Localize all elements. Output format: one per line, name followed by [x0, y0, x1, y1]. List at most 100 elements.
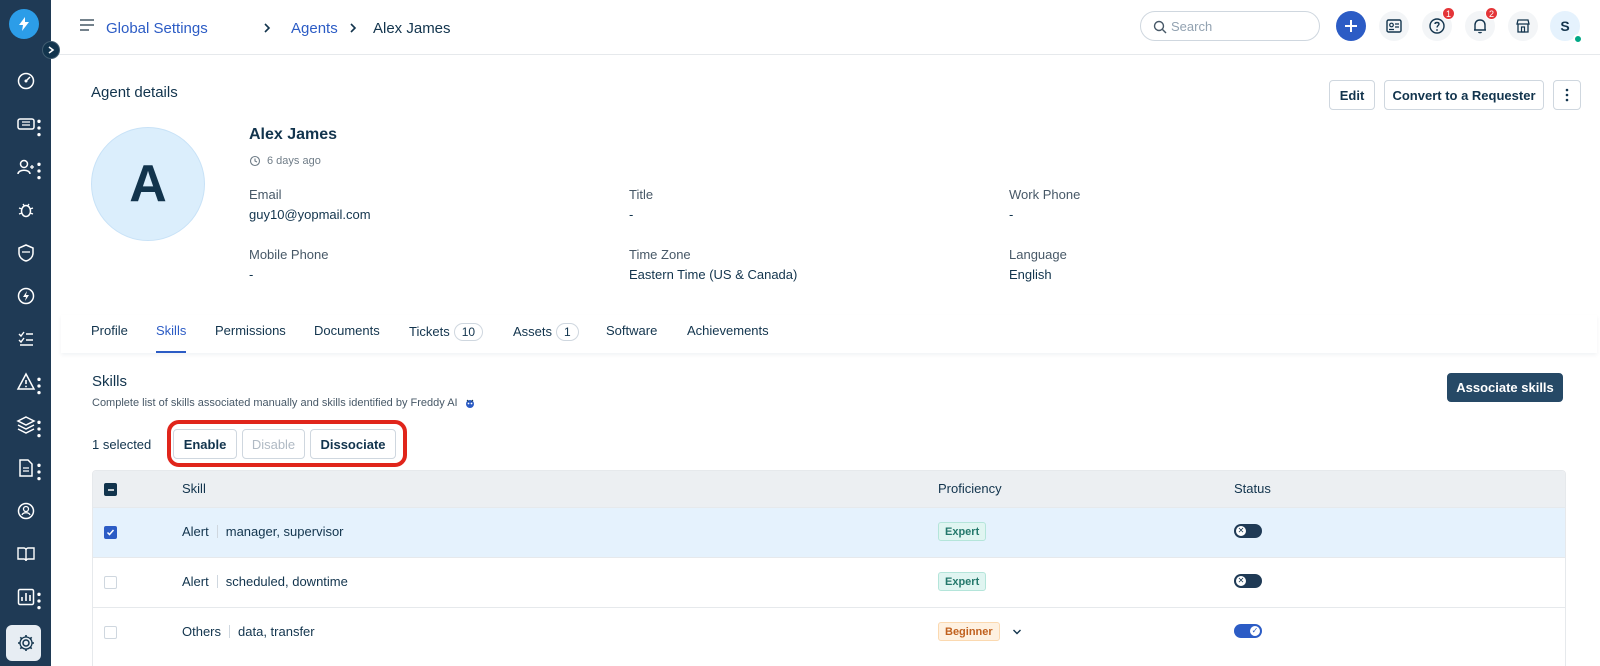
bolt-logo-icon: [19, 17, 29, 31]
status-toggle[interactable]: ✕: [1234, 574, 1262, 588]
proficiency-badge: Expert: [938, 572, 987, 591]
contact-card-icon: [1386, 19, 1402, 33]
agent-name: Alex James: [249, 126, 338, 143]
app-logo[interactable]: [9, 9, 39, 39]
apps-button[interactable]: [1508, 11, 1538, 41]
more-icon[interactable]: [29, 462, 49, 482]
row-checkbox[interactable]: [104, 576, 117, 589]
tab-profile[interactable]: Profile: [91, 323, 128, 353]
select-all-checkbox[interactable]: [104, 483, 117, 496]
email-label: Email: [249, 187, 282, 202]
notifications-button[interactable]: 2: [1465, 7, 1498, 41]
edit-button[interactable]: Edit: [1329, 80, 1375, 110]
toggle-on-icon: ✓: [1249, 625, 1261, 637]
dashboard-icon: [17, 72, 34, 90]
tab-permissions[interactable]: Permissions: [215, 323, 286, 353]
bug-icon: [18, 203, 33, 218]
menu-icon[interactable]: [79, 18, 95, 32]
agent-initial: A: [129, 155, 167, 213]
email-value: guy10@yopmail.com: [249, 207, 371, 222]
sidebar-item-assets[interactable]: [0, 407, 51, 443]
book-icon: [16, 547, 35, 562]
search-input[interactable]: Search: [1140, 11, 1320, 41]
column-proficiency[interactable]: Proficiency: [938, 481, 1002, 496]
more-icon[interactable]: [29, 419, 49, 439]
tab-assets[interactable]: Assets 1: [513, 323, 579, 353]
gear-icon: [17, 635, 34, 651]
sidebar-expand-button[interactable]: [42, 41, 60, 59]
tickets-count: 10: [453, 323, 484, 341]
work-phone-label: Work Phone: [1009, 187, 1081, 202]
tab-assets-label: Assets: [513, 324, 553, 339]
user-avatar[interactable]: S: [1550, 11, 1583, 44]
search-icon: [1153, 20, 1167, 34]
chevron-down-icon[interactable]: [1012, 628, 1022, 636]
mobile-phone-value: -: [249, 267, 254, 282]
table-row[interactable]: Alert scheduled, downtime Expert ✕: [93, 557, 1565, 607]
sidebar-item-tickets[interactable]: [0, 106, 51, 142]
column-status[interactable]: Status: [1234, 481, 1271, 496]
skill-cell: Others data, transfer: [182, 624, 315, 639]
divider: [216, 575, 218, 588]
status-toggle[interactable]: ✓: [1234, 624, 1262, 638]
help-badge: 1: [1441, 7, 1455, 20]
title-label: Title: [629, 187, 654, 202]
history-icon: [249, 155, 261, 167]
help-button[interactable]: 1: [1422, 7, 1455, 41]
toggle-off-icon: ✕: [1235, 575, 1247, 587]
tab-software[interactable]: Software: [606, 323, 657, 353]
more-actions-button[interactable]: [1553, 80, 1581, 110]
toggle-off-icon: ✕: [1235, 525, 1247, 537]
chevron-right-icon: [264, 23, 271, 33]
sidebar-item-users[interactable]: [0, 149, 51, 185]
tab-achievements[interactable]: Achievements: [687, 323, 769, 353]
associate-skills-button[interactable]: Associate skills: [1447, 373, 1563, 402]
new-button[interactable]: [1336, 11, 1366, 41]
tab-documents[interactable]: Documents: [314, 323, 380, 353]
skill-name: data, transfer: [238, 624, 315, 639]
skills-subtitle-text: Complete list of skills associated manua…: [92, 397, 458, 409]
table-row[interactable]: Others data, transfer Beginner ✓: [93, 607, 1565, 657]
skill-cell: Alert scheduled, downtime: [182, 574, 348, 589]
requester-button[interactable]: [1379, 11, 1409, 41]
table-row[interactable]: Alert manager, supervisor Expert ✕: [93, 507, 1565, 557]
shield-icon: [17, 244, 34, 262]
sidebar: [0, 0, 60, 666]
sidebar-item-releases[interactable]: [0, 278, 51, 314]
sidebar-item-alerts[interactable]: [0, 364, 51, 400]
sidebar-item-problems[interactable]: [0, 192, 51, 228]
checklist-icon: [18, 331, 33, 346]
timezone-label: Time Zone: [629, 247, 691, 262]
sidebar-item-tasks[interactable]: [0, 321, 51, 357]
search-placeholder: Search: [1171, 18, 1213, 34]
chevron-right-icon: [48, 46, 55, 54]
row-checkbox[interactable]: [104, 526, 117, 539]
tab-tickets[interactable]: Tickets 10: [409, 323, 484, 353]
kebab-icon: [1565, 88, 1569, 102]
sidebar-item-changes[interactable]: [0, 235, 51, 271]
skills-table: Skill Proficiency Status Alert manager, …: [92, 470, 1566, 666]
bolt-icon: [17, 287, 34, 305]
column-skill[interactable]: Skill: [182, 481, 206, 496]
sidebar-item-knowledge[interactable]: [0, 536, 51, 572]
store-icon: [1516, 19, 1530, 33]
more-icon[interactable]: [29, 591, 49, 611]
tab-skills[interactable]: Skills: [156, 323, 187, 353]
sidebar-item-reports[interactable]: [0, 579, 51, 615]
more-icon[interactable]: [29, 376, 49, 396]
language-label: Language: [1009, 247, 1067, 262]
sidebar-item-support[interactable]: [0, 493, 51, 529]
status-toggle[interactable]: ✕: [1234, 524, 1262, 538]
convert-to-requester-button[interactable]: Convert to a Requester: [1384, 80, 1544, 110]
more-icon[interactable]: [29, 118, 49, 138]
proficiency-badge: Beginner: [938, 622, 1000, 641]
sidebar-item-admin[interactable]: [0, 625, 51, 661]
last-seen: 6 days ago: [249, 155, 321, 167]
breadcrumb-global-settings[interactable]: Global Settings: [106, 20, 208, 37]
sidebar-item-contracts[interactable]: [0, 450, 51, 486]
chevron-right-icon: [350, 23, 357, 33]
sidebar-item-dashboard[interactable]: [0, 63, 51, 99]
more-icon[interactable]: [29, 161, 49, 181]
row-checkbox[interactable]: [104, 626, 117, 639]
breadcrumb-agents[interactable]: Agents: [291, 20, 338, 37]
